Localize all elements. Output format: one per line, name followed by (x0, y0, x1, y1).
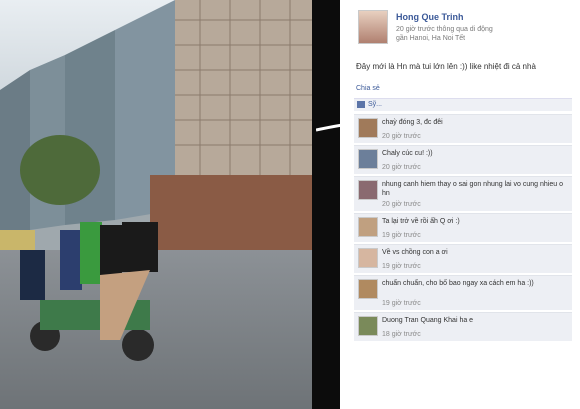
share-link[interactable]: Chia sẻ (356, 85, 380, 92)
comment-text: Ta lại trở về rồi ấh Q ơi :) (382, 218, 460, 225)
commenter-avatar[interactable] (358, 316, 378, 336)
comment-time[interactable]: 20 giờ trước (382, 164, 421, 171)
comment-time[interactable]: 20 giờ trước (382, 133, 421, 140)
likes-bar[interactable]: Sỹ... (354, 98, 572, 111)
comment-time[interactable]: 19 giờ trước (382, 300, 421, 307)
comment-time[interactable]: 20 giờ trước (382, 201, 421, 208)
commenter-avatar[interactable] (358, 248, 378, 268)
comment-item: chuẩn chuẩn, cho bố bao ngay xa cách em … (354, 275, 572, 310)
comment-time[interactable]: 19 giờ trước (382, 232, 421, 239)
comment-time[interactable]: 18 giờ trước (382, 331, 421, 338)
comment-text: nhung canh hiem thay o sai gon nhung lai… (382, 181, 563, 197)
street-photo (0, 0, 312, 409)
comment-text: chaỳ đóng 3, đc đêi (382, 119, 443, 126)
commenter-avatar[interactable] (358, 118, 378, 138)
post-location[interactable]: gần Hanoi, Ha Noi Tết (396, 35, 465, 42)
profile-avatar[interactable] (358, 10, 388, 44)
comment-item: Chaly cúc cu! :)) 20 giờ trước (354, 145, 572, 174)
post-text: Đây mới là Hn mà tui lớn lên :)) like nh… (356, 62, 536, 71)
comment-item: nhung canh hiem thay o sai gon nhung lai… (354, 176, 572, 211)
post-meta: 20 giờ trước thông qua di động (396, 26, 493, 33)
facebook-post-panel: Hong Que Trinh 20 giờ trước thông qua di… (340, 0, 580, 409)
like-thumb-icon (357, 101, 365, 108)
comment-time[interactable]: 19 giờ trước (382, 263, 421, 270)
comment-text: chuẩn chuẩn, cho bố bao ngay xa cách em … (382, 280, 534, 287)
commenter-avatar[interactable] (358, 180, 378, 200)
comment-text: Duong Tran Quang Khai ha e (382, 317, 474, 324)
profile-name[interactable]: Hong Que Trinh (396, 12, 464, 22)
commenter-avatar[interactable] (358, 217, 378, 237)
comment-item: chaỳ đóng 3, đc đêi 20 giờ trước (354, 114, 572, 143)
comment-item: Ta lại trở về rồi ấh Q ơi :) 19 giờ trướ… (354, 213, 572, 242)
comment-text: Chaly cúc cu! :)) (382, 150, 433, 157)
photo-motorbike (20, 222, 158, 361)
likes-text[interactable]: Sỹ... (368, 101, 382, 108)
comment-item: Duong Tran Quang Khai ha e 18 giờ trước (354, 312, 572, 341)
divider-strip (312, 0, 340, 409)
comment-item: Về vs chồng con a ơi 19 giờ trước (354, 244, 572, 273)
comment-text: Về vs chồng con a ơi (382, 249, 448, 256)
commenter-avatar[interactable] (358, 149, 378, 169)
commenter-avatar[interactable] (358, 279, 378, 299)
